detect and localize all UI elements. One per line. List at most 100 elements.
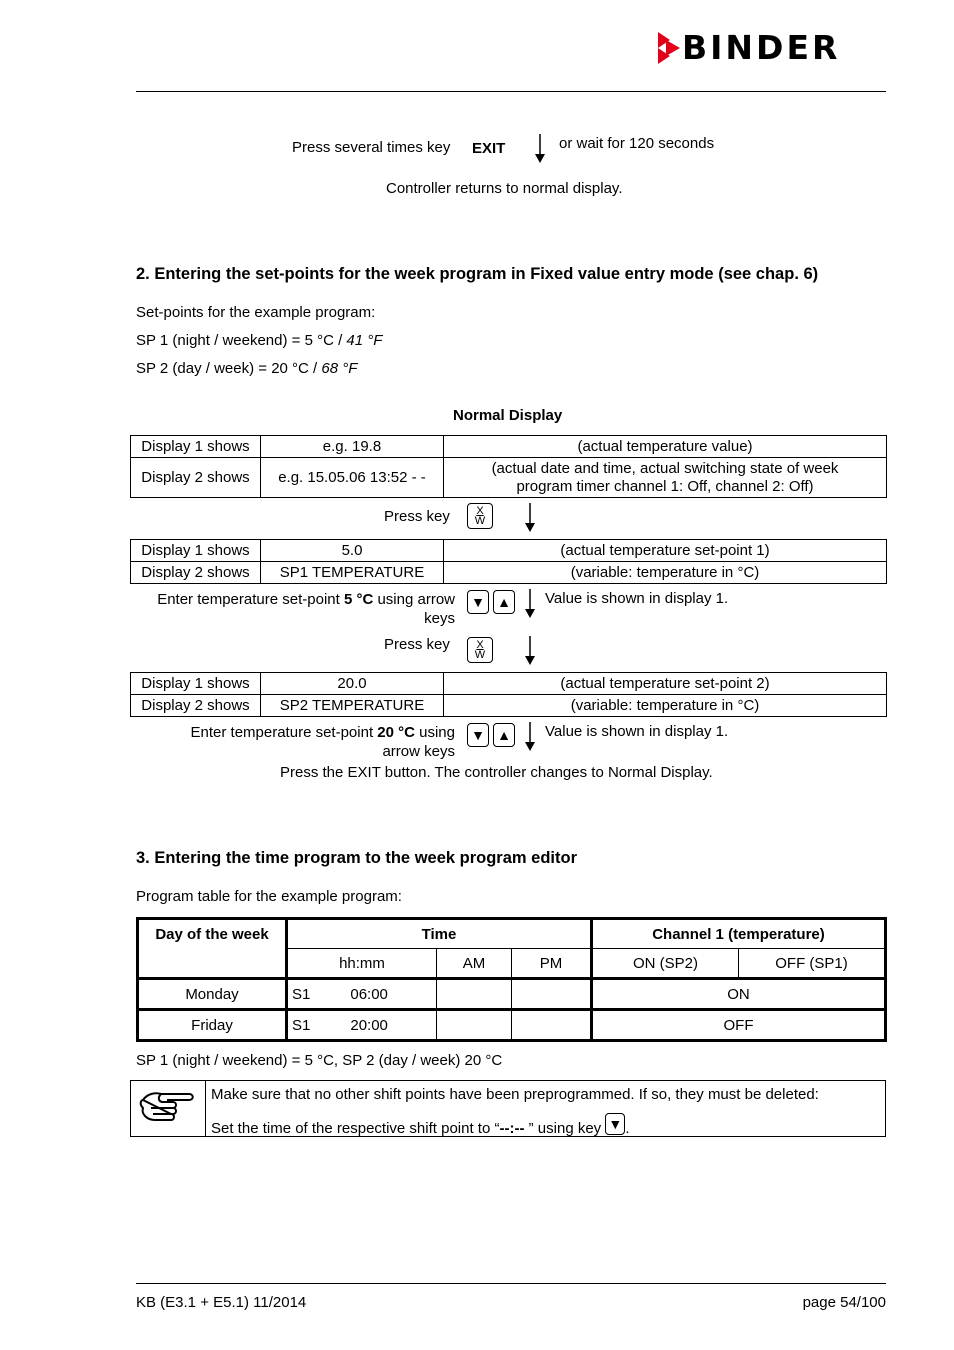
value-shown-text: Value is shown in display 1. — [545, 723, 729, 740]
cell: SP1 TEMPERATURE — [260, 561, 444, 584]
row-pm — [511, 977, 592, 1010]
cell: Display 2 shows — [130, 561, 261, 584]
row-channel: OFF — [590, 1008, 886, 1041]
shift-label: S1 — [292, 1016, 311, 1034]
sp1-display-table: Display 1 shows 5.0 (actual temperature … — [130, 539, 887, 584]
down-arrow-icon — [524, 636, 536, 666]
brand-name: BINDER — [682, 28, 841, 67]
cell: (actual date and time, actual switching … — [443, 457, 887, 498]
down-arrow-key-icon[interactable]: ▼ — [467, 723, 489, 747]
binder-logo-mark-icon — [658, 32, 680, 64]
cell: Display 1 shows — [130, 435, 261, 458]
exit-key-label: EXIT — [472, 140, 506, 157]
up-arrow-key-icon[interactable]: ▲ — [493, 723, 515, 747]
controller-returns-text: Controller returns to normal display. — [386, 180, 623, 197]
row-day: Friday — [137, 1008, 287, 1041]
note-line-2: Set the time of the respective shift poi… — [211, 1113, 630, 1137]
press-key-label: Press key — [384, 636, 450, 653]
down-arrow-icon — [524, 722, 536, 752]
table-row: Friday S1 20:00 OFF — [137, 1008, 886, 1041]
normal-display-table: Display 1 shows e.g. 19.8 (actual temper… — [130, 435, 887, 498]
cell: (variable: temperature in °C) — [443, 694, 887, 717]
cell: e.g. 19.8 — [260, 435, 444, 458]
press-key-label: Press key — [384, 508, 450, 525]
text: ” using key — [524, 1120, 606, 1137]
down-arrow-key-icon[interactable]: ▼ — [605, 1113, 626, 1135]
binder-logo: BINDER — [656, 30, 840, 66]
sp2-value: 20 °C — [377, 724, 415, 741]
text: Enter temperature set-point — [190, 724, 378, 741]
program-table: Day of the week Time Channel 1 (temperat… — [136, 917, 887, 1042]
cell: (actual temperature set-point 2) — [443, 672, 887, 695]
subheader-hhmm: hh:mm — [285, 948, 437, 979]
cell: Display 1 shows — [130, 539, 261, 562]
setpoints-intro: Set-points for the example program: — [136, 304, 376, 321]
footer-doc-id: KB (E3.1 + E5.1) 11/2014 — [136, 1294, 307, 1311]
exit-instruction: Press several times key — [292, 139, 451, 156]
cell: (actual temperature value) — [443, 435, 887, 458]
cell: SP2 TEMPERATURE — [260, 694, 444, 717]
note-icon-cell — [131, 1081, 206, 1136]
row-time: S1 20:00 — [285, 1008, 437, 1041]
cell: 5.0 — [260, 539, 444, 562]
sp1-line: SP 1 (night / weekend) = 5 °C / 41 °F — [136, 332, 382, 349]
sp2-text: SP 2 (day / week) = 20 °C / — [136, 360, 322, 377]
row-am — [436, 1008, 512, 1041]
section2-heading: 2. Entering the set-points for the week … — [136, 265, 819, 283]
enter-sp1-instruction: Enter temperature set-point 5 °C using a… — [136, 590, 455, 628]
xw-key-icon[interactable]: X W — [467, 637, 493, 663]
row-pm — [511, 1008, 592, 1041]
exit-note: Press the EXIT button. The controller ch… — [280, 764, 713, 781]
sp2-display-table: Display 1 shows 20.0 (actual temperature… — [130, 672, 887, 717]
key-bottom: W — [474, 515, 486, 527]
sp1-text: SP 1 (night / weekend) = 5 °C / — [136, 332, 347, 349]
header-channel: Channel 1 (temperature) — [590, 918, 886, 949]
down-arrow-icon — [524, 589, 536, 619]
value-shown-text: Value is shown in display 1. — [545, 590, 729, 607]
program-table-intro: Program table for the example program: — [136, 888, 402, 905]
header-time: Time — [285, 918, 592, 949]
text: Enter temperature set-point — [157, 591, 344, 608]
cell: e.g. 15.05.06 13:52 - - — [260, 457, 444, 498]
cell: Display 1 shows — [130, 672, 261, 695]
note-line-1: Make sure that no other shift points hav… — [211, 1086, 819, 1103]
table-row: Monday S1 06:00 ON — [137, 977, 886, 1010]
text: using arrow keys — [373, 591, 455, 627]
sp2-line: SP 2 (day / week) = 20 °C / 68 °F — [136, 360, 357, 377]
row-day: Monday — [137, 977, 287, 1010]
cell: Display 2 shows — [130, 457, 261, 498]
row-channel: ON — [590, 977, 886, 1010]
sp1-fahrenheit: 41 °F — [346, 332, 383, 349]
program-footnote: SP 1 (night / weekend) = 5 °C, SP 2 (day… — [136, 1052, 503, 1069]
cell: 20.0 — [260, 672, 444, 695]
sp1-value: 5 °C — [343, 591, 374, 608]
xw-key-icon[interactable]: X W — [467, 503, 493, 529]
subheader-on: ON (SP2) — [590, 948, 739, 979]
subheader-off: OFF (SP1) — [738, 948, 886, 979]
text: . — [625, 1120, 630, 1137]
subheader-pm: PM — [511, 948, 592, 979]
down-arrow-icon — [524, 503, 536, 533]
down-arrow-key-icon[interactable]: ▼ — [467, 590, 489, 614]
pointing-hand-icon — [139, 1092, 194, 1121]
header-divider — [136, 91, 886, 92]
text: Set the time of the respective shift poi… — [211, 1120, 500, 1137]
shift-time: 06:00 — [350, 985, 388, 1003]
shift-time: 20:00 — [350, 1016, 388, 1034]
cell: (actual temperature set-point 1) — [443, 539, 887, 562]
shift-label: S1 — [292, 985, 311, 1003]
down-arrow-icon — [534, 134, 546, 164]
cell: Display 2 shows — [130, 694, 261, 717]
key-bottom: W — [474, 649, 486, 661]
row-time: S1 06:00 — [285, 977, 437, 1010]
row-am — [436, 977, 512, 1010]
cell: (variable: temperature in °C) — [443, 561, 887, 584]
up-arrow-key-icon[interactable]: ▲ — [493, 590, 515, 614]
normal-display-title: Normal Display — [453, 407, 563, 424]
header-day: Day of the week — [137, 918, 287, 979]
enter-sp2-instruction: Enter temperature set-point 20 °C using … — [165, 723, 455, 761]
sp2-fahrenheit: 68 °F — [321, 360, 358, 377]
subheader-am: AM — [436, 948, 512, 979]
footer-divider — [136, 1283, 886, 1284]
wait-alternative: or wait for 120 seconds — [559, 135, 715, 152]
